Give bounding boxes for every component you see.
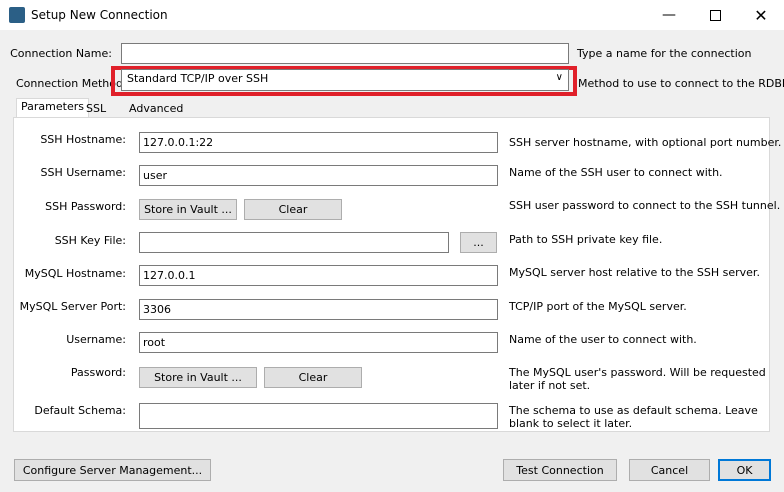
ssh-hostname-desc: SSH server hostname, with optional port … xyxy=(509,136,782,149)
configure-server-management-button[interactable]: Configure Server Management... xyxy=(14,459,211,481)
cancel-button[interactable]: Cancel xyxy=(629,459,710,481)
ssh-store-in-vault-button[interactable]: Store in Vault ... xyxy=(139,199,237,220)
ssh-hostname-label: SSH Hostname: xyxy=(40,133,126,146)
ssh-keyfile-label: SSH Key File: xyxy=(54,234,126,247)
ssh-hostname-input[interactable]: 127.0.0.1:22 xyxy=(139,132,498,153)
ssh-clear-password-button[interactable]: Clear xyxy=(244,199,342,220)
mysql-workbench-icon xyxy=(9,7,25,23)
username-desc: Name of the user to connect with. xyxy=(509,333,697,346)
mysql-hostname-input[interactable]: 127.0.0.1 xyxy=(139,265,498,286)
default-schema-label: Default Schema: xyxy=(34,404,126,417)
mysql-port-desc: TCP/IP port of the MySQL server. xyxy=(509,300,687,313)
mysql-port-input[interactable]: 3306 xyxy=(139,299,498,320)
ok-button[interactable]: OK xyxy=(718,459,771,481)
clear-password-button[interactable]: Clear xyxy=(264,367,362,388)
chevron-down-icon: ∨ xyxy=(555,72,563,83)
username-label: Username: xyxy=(66,333,126,346)
username-input[interactable]: root xyxy=(139,332,498,353)
connection-method-hint: Method to use to connect to the RDBMS xyxy=(578,77,784,90)
mysql-hostname-label: MySQL Hostname: xyxy=(24,267,126,280)
default-schema-desc-line2: blank to select it later. xyxy=(509,417,633,430)
ssh-username-desc: Name of the SSH user to connect with. xyxy=(509,166,723,179)
window-title: Setup New Connection xyxy=(31,8,168,22)
minimize-icon[interactable]: — xyxy=(646,0,692,30)
connection-method-value: Standard TCP/IP over SSH xyxy=(127,72,269,85)
ssh-username-input[interactable]: user xyxy=(139,165,498,186)
connection-name-input[interactable] xyxy=(121,43,569,64)
default-schema-input[interactable] xyxy=(139,403,498,429)
ssh-password-label: SSH Password: xyxy=(45,200,126,213)
mysql-hostname-desc: MySQL server host relative to the SSH se… xyxy=(509,266,760,279)
test-connection-button[interactable]: Test Connection xyxy=(503,459,617,481)
maximize-icon[interactable] xyxy=(692,0,738,30)
mysql-port-label: MySQL Server Port: xyxy=(19,300,126,313)
close-icon[interactable]: ✕ xyxy=(738,0,784,30)
ssh-keyfile-input[interactable] xyxy=(139,232,449,253)
password-label: Password: xyxy=(70,366,126,379)
ssh-username-label: SSH Username: xyxy=(40,166,126,179)
password-desc-line1: The MySQL user's password. Will be reque… xyxy=(509,366,766,379)
browse-keyfile-button[interactable]: ... xyxy=(460,232,497,253)
default-schema-desc-line1: The schema to use as default schema. Lea… xyxy=(509,404,758,417)
store-in-vault-button[interactable]: Store in Vault ... xyxy=(139,367,257,388)
connection-name-hint: Type a name for the connection xyxy=(577,47,752,60)
password-desc-line2: later if not set. xyxy=(509,379,591,392)
tab-parameters[interactable]: Parameters xyxy=(16,98,89,118)
ssh-keyfile-desc: Path to SSH private key file. xyxy=(509,233,663,246)
ssh-password-desc: SSH user password to connect to the SSH … xyxy=(509,199,781,212)
connection-name-label: Connection Name: xyxy=(10,47,112,60)
connection-method-select[interactable]: Standard TCP/IP over SSH ∨ xyxy=(121,69,569,91)
